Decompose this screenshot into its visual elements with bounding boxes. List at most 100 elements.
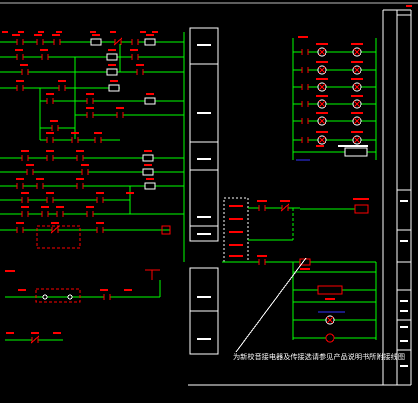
bottom-label-mark bbox=[124, 289, 132, 291]
lamp-label-mark bbox=[351, 78, 363, 80]
no-contact-symbol bbox=[96, 197, 104, 203]
contact-gap bbox=[302, 120, 308, 123]
lamp-label-mark bbox=[351, 61, 363, 63]
no-contact-symbol bbox=[16, 39, 24, 45]
function-cell-label-mark bbox=[197, 158, 211, 160]
relay-box bbox=[354, 204, 369, 214]
no-contact-symbol bbox=[301, 101, 309, 107]
lamp-label-mark bbox=[316, 43, 328, 45]
component-label-mark bbox=[116, 107, 124, 109]
contact-gap bbox=[72, 139, 78, 142]
contact-gap bbox=[54, 41, 60, 44]
contact-gap bbox=[37, 185, 43, 188]
contact-gap bbox=[17, 87, 23, 90]
drawing-note: 为新校音接电器及传接选请参见产品说明书所附接线图 bbox=[233, 352, 405, 361]
coil-symbol bbox=[144, 182, 156, 190]
component-label-mark bbox=[86, 206, 94, 208]
no-contact-symbol bbox=[46, 137, 54, 143]
no-contact-symbol bbox=[16, 54, 24, 60]
contact-gap bbox=[87, 100, 93, 103]
coil-body bbox=[108, 84, 120, 92]
contact-gap bbox=[42, 56, 48, 59]
no-contact-symbol bbox=[86, 98, 94, 104]
contact-gap bbox=[59, 87, 65, 90]
corner-mark bbox=[406, 5, 412, 7]
lamp-label-mark bbox=[351, 131, 363, 133]
component-label-mark bbox=[108, 49, 116, 51]
contact-gap bbox=[259, 261, 265, 264]
bottom-label-mark bbox=[6, 332, 14, 334]
title-block-text-mark bbox=[400, 365, 408, 367]
no-contact-symbol bbox=[81, 169, 89, 175]
function-cell bbox=[189, 63, 219, 143]
coil-body bbox=[106, 68, 118, 76]
no-contact-symbol bbox=[76, 155, 84, 161]
contact-gap bbox=[132, 56, 138, 59]
terminal-strip bbox=[223, 197, 249, 263]
no-contact-symbol bbox=[21, 69, 29, 75]
no-contact-symbol bbox=[26, 169, 34, 175]
coil-body bbox=[144, 182, 156, 190]
schematic-canvas[interactable]: 为新校音接电器及传接选请参见产品说明书所附接线图 bbox=[0, 0, 418, 403]
coil-symbol bbox=[90, 38, 102, 46]
terminal-mark bbox=[229, 205, 243, 207]
lamp-label-mark bbox=[351, 112, 363, 114]
nc-contact-symbol bbox=[113, 37, 123, 46]
indicator-lamp bbox=[317, 116, 327, 126]
contact-gap bbox=[17, 41, 23, 44]
lamp-label-mark bbox=[316, 61, 328, 63]
terminal-circuit-group bbox=[223, 197, 369, 263]
lamp-label-mark bbox=[316, 131, 328, 133]
contact-gap bbox=[47, 157, 53, 160]
lower-label-mark bbox=[325, 298, 335, 300]
component-label-mark bbox=[146, 34, 154, 36]
contact-gap bbox=[87, 114, 93, 117]
lower-label-mark bbox=[257, 255, 267, 257]
function-cell-label-mark bbox=[197, 112, 211, 114]
no-contact-symbol bbox=[258, 259, 266, 265]
function-cell bbox=[189, 141, 219, 171]
no-contact-symbol bbox=[258, 205, 266, 211]
indicator-lamp-circuit-group bbox=[292, 36, 377, 161]
coil-symbol bbox=[106, 53, 118, 61]
top-label-mark bbox=[152, 31, 158, 33]
component-label-mark bbox=[96, 222, 104, 224]
coil-body bbox=[144, 38, 156, 46]
no-contact-symbol bbox=[41, 54, 49, 60]
component-label-mark bbox=[40, 49, 48, 51]
nc-contact-symbol bbox=[280, 203, 290, 212]
component-label-mark bbox=[46, 192, 54, 194]
no-contact-symbol bbox=[86, 112, 94, 118]
component-label-mark bbox=[146, 93, 154, 95]
title-block-group bbox=[382, 9, 412, 385]
component-label-mark bbox=[16, 222, 24, 224]
overload-relay-box bbox=[317, 285, 343, 295]
switchover-box bbox=[344, 147, 368, 157]
coil-body bbox=[90, 38, 102, 46]
component-label-mark bbox=[34, 34, 42, 36]
no-contact-symbol bbox=[76, 183, 84, 189]
function-cell-label-mark bbox=[197, 233, 211, 235]
indicator-lamp bbox=[317, 82, 327, 92]
component-label-mark bbox=[26, 164, 34, 166]
function-cell bbox=[189, 267, 219, 312]
title-block-text-mark bbox=[400, 240, 408, 242]
component-label-mark bbox=[20, 64, 28, 66]
no-contact-symbol bbox=[21, 197, 29, 203]
contact-gap bbox=[302, 86, 308, 89]
no-contact-symbol bbox=[21, 155, 29, 161]
coil-body bbox=[142, 168, 154, 176]
component-label-mark bbox=[12, 34, 20, 36]
no-contact-symbol bbox=[131, 54, 139, 60]
nc-contact-symbol bbox=[50, 225, 60, 234]
switchover-label-mark bbox=[316, 145, 324, 147]
component-label-mark bbox=[86, 107, 94, 109]
indicator-lamp bbox=[325, 315, 335, 325]
indicator-lamp bbox=[352, 82, 362, 92]
terminal-mark bbox=[229, 255, 243, 257]
bottom-label-mark bbox=[18, 289, 26, 291]
component-label-mark bbox=[46, 132, 54, 134]
indicator-lamp bbox=[317, 135, 327, 145]
contact-gap bbox=[95, 139, 101, 142]
lamp-label-mark bbox=[351, 43, 363, 45]
